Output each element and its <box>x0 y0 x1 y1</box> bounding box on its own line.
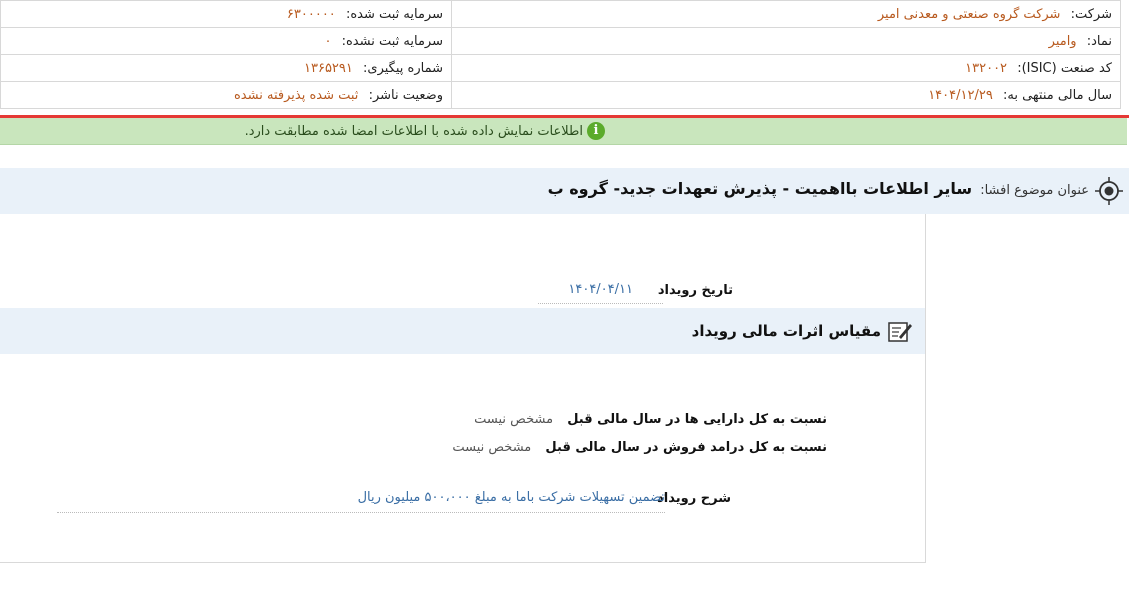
info-row: کد صنعت (ISIC): ۱۳۲۰۰۲ شماره پیگیری: ۱۳۶… <box>0 54 1121 82</box>
capital-registered-label: سرمایه ثبت شده: <box>345 6 443 22</box>
info-row: نماد: وامیر سرمایه ثبت نشده: ۰ <box>0 27 1121 55</box>
subject-value: سایر اطلاعات بااهمیت - پذیرش تعهدات جدید… <box>547 179 973 198</box>
tracking-cell: شماره پیگیری: ۱۳۶۵۲۹۱ <box>0 54 452 82</box>
event-date-label-wrap: تاریخ رویداد <box>658 283 733 298</box>
info-row: سال مالی منتهی به: ۱۴۰۴/۱۲/۲۹ وضعیت ناشر… <box>0 81 1121 109</box>
assets-ratio-value: مشخص نیست <box>474 412 554 427</box>
description-field: تضمین تسهیلات شرکت باما به مبلغ ۵۰۰،۰۰۰ … <box>57 486 665 513</box>
publisher-status-cell: وضعیت ناشر: ثبت شده پذیرفته نشده <box>0 81 452 109</box>
signature-notice: i اطلاعات نمایش داده شده با اطلاعات امضا… <box>0 118 1127 145</box>
symbol-cell: نماد: وامیر <box>451 27 1121 55</box>
financial-scale-bar: مقیاس اثرات مالی رویداد <box>0 308 925 354</box>
isic-label: کد صنعت (ISIC): <box>1017 60 1112 76</box>
publisher-status-label: وضعیت ناشر: <box>368 87 443 103</box>
capital-registered-cell: سرمایه ثبت شده: ۶۳۰۰۰۰۰ <box>0 0 452 28</box>
symbol-label: نماد: <box>1086 33 1112 49</box>
info-row: شرکت: شرکت گروه صنعتی و معدنی امیر سرمای… <box>0 0 1121 28</box>
description-label: شرح رویداد <box>657 491 731 506</box>
fiscal-year-cell: سال مالی منتهی به: ۱۴۰۴/۱۲/۲۹ <box>451 81 1121 109</box>
tracking-label: شماره پیگیری: <box>363 60 443 76</box>
capital-unregistered-value: ۰ <box>324 33 332 49</box>
capital-unregistered-cell: سرمایه ثبت نشده: ۰ <box>0 27 452 55</box>
description-value: تضمین تسهیلات شرکت باما به مبلغ ۵۰۰،۰۰۰ … <box>357 490 665 505</box>
subject-label: عنوان موضوع افشا: <box>980 183 1089 198</box>
info-icon: i <box>587 122 605 140</box>
event-date-value: ۱۴۰۴/۰۴/۱۱ <box>568 282 633 297</box>
tracking-value: ۱۳۶۵۲۹۱ <box>304 60 353 76</box>
capital-registered-value: ۶۳۰۰۰۰۰ <box>286 6 336 22</box>
capital-unregistered-label: سرمایه ثبت نشده: <box>341 33 443 49</box>
notice-text: اطلاعات نمایش داده شده با اطلاعات امضا ش… <box>244 123 583 139</box>
subject-text: عنوان موضوع افشا: سایر اطلاعات بااهمیت -… <box>548 168 1089 214</box>
isic-value: ۱۳۲۰۰۲ <box>965 60 1008 76</box>
subject-bar: عنوان موضوع افشا: سایر اطلاعات بااهمیت -… <box>0 168 1129 214</box>
event-date-field: ۱۴۰۴/۰۴/۱۱ <box>538 279 663 304</box>
assets-ratio-label: نسبت به کل دارایی ها در سال مالی قبل <box>567 412 827 427</box>
sales-ratio-row: نسبت به کل درامد فروش در سال مالی قبل مش… <box>452 440 827 455</box>
target-icon <box>1095 177 1123 205</box>
assets-ratio-row: نسبت به کل دارایی ها در سال مالی قبل مشخ… <box>474 412 827 427</box>
financial-scale-title: مقیاس اثرات مالی رویداد <box>691 322 881 340</box>
company-info-table: شرکت: شرکت گروه صنعتی و معدنی امیر سرمای… <box>0 0 1121 109</box>
event-date-label: تاریخ رویداد <box>657 283 733 298</box>
edit-icon <box>888 322 912 342</box>
sales-ratio-label: نسبت به کل درامد فروش در سال مالی قبل <box>545 440 827 455</box>
fiscal-year-value: ۱۴۰۴/۱۲/۲۹ <box>928 87 993 103</box>
description-label-wrap: شرح رویداد <box>657 491 731 506</box>
company-label: شرکت: <box>1070 6 1112 22</box>
company-value: شرکت گروه صنعتی و معدنی امیر <box>877 6 1061 22</box>
symbol-value: وامیر <box>1048 33 1077 49</box>
sales-ratio-value: مشخص نیست <box>452 440 532 455</box>
fiscal-year-label: سال مالی منتهی به: <box>1002 87 1112 103</box>
company-cell: شرکت: شرکت گروه صنعتی و معدنی امیر <box>451 0 1121 28</box>
isic-cell: کد صنعت (ISIC): ۱۳۲۰۰۲ <box>451 54 1121 82</box>
publisher-status-value: ثبت شده پذیرفته نشده <box>234 87 359 103</box>
